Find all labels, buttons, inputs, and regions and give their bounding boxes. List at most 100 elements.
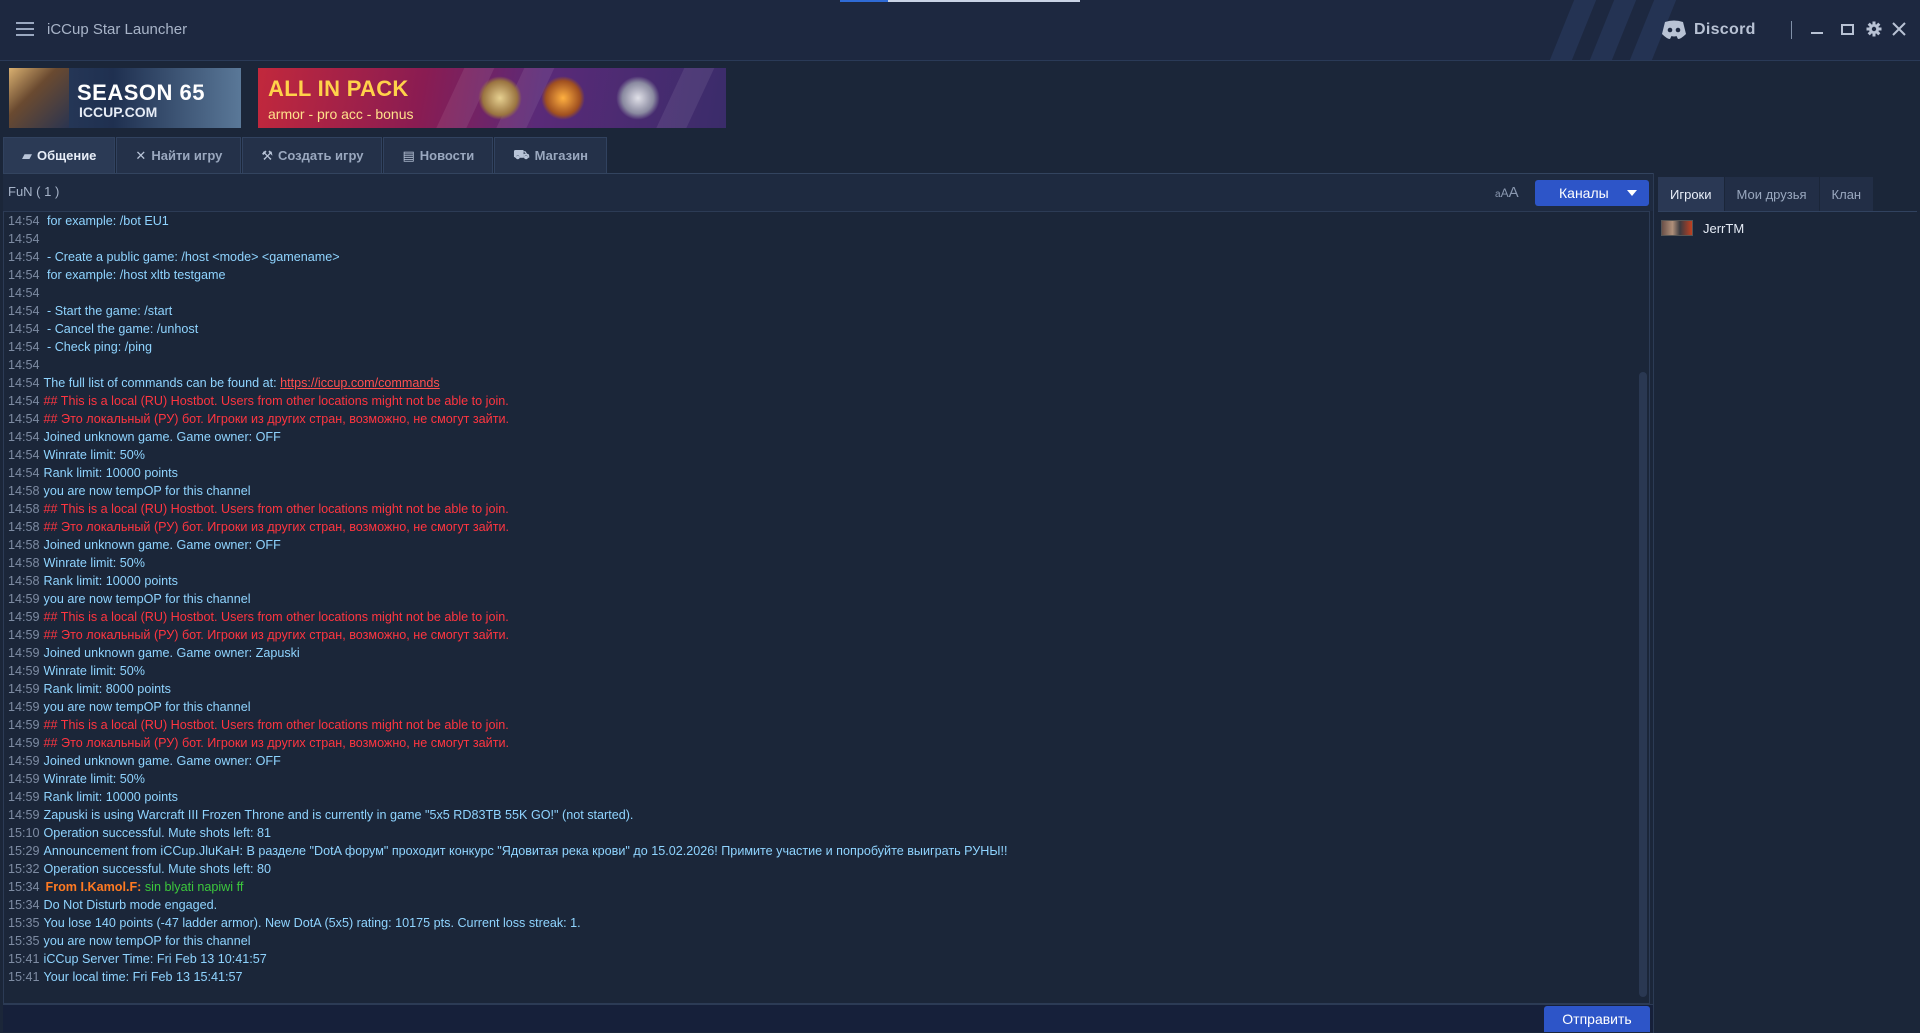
chat-message: ## This is a local (RU) Hostbot. Users f… [44, 718, 509, 732]
chat-line: 14:59 Winrate limit: 50% [8, 770, 1008, 788]
minimize-button[interactable] [1806, 18, 1828, 40]
chat-line: 14:58 Rank limit: 10000 points [8, 572, 1008, 590]
chat-timestamp: 14:59 [8, 700, 40, 714]
chat-log[interactable]: 14:54 for example: /bot EU1 14:54 14:54 - … [3, 211, 1650, 1004]
chat-timestamp: 14:59 [8, 718, 40, 732]
chat-message-text: Joined unknown game. Game owner: Zapuski [43, 646, 300, 660]
font-size-toggle[interactable]: aAA [1495, 184, 1519, 201]
chat-message-text: Your local time: Fri Feb 13 15:41:57 [43, 970, 243, 984]
tab-clan[interactable]: Клан [1819, 177, 1874, 211]
chat-line: 14:54 Joined unknown game. Game owner: OF… [8, 428, 1008, 446]
chat-line: 14:54 - Start the game: /start [8, 302, 1008, 320]
chat-line: 14:58 ## Это локальный (РУ) бот. Игроки и… [8, 518, 1008, 536]
chat-timestamp: 14:59 [8, 772, 40, 786]
chat-message: Operation successful. Mute shots left: 8… [44, 826, 272, 840]
chat-message-text: - Start the game: /start [43, 304, 173, 318]
chat-message-text: Winrate limit: 50% [43, 556, 145, 570]
tab-my-friends[interactable]: Мои друзья [1724, 177, 1819, 211]
season-banner[interactable]: SEASON 65 ICCUP.COM [9, 68, 241, 128]
tab-create-game[interactable]: ⚒ Создать игру [242, 137, 383, 173]
chat-line: 14:59 ## Это локальный (РУ) бот. Игроки и… [8, 734, 1008, 752]
chat-message-text: - Check ping: /ping [43, 340, 153, 354]
chat-line: 14:54 Winrate limit: 50% [8, 446, 1008, 464]
chat-message: - Create a public game: /host <mode> <ga… [44, 250, 340, 264]
tab-label: Магазин [534, 148, 588, 163]
chat-message-text: ## Это локальный (РУ) бот. Игроки из дру… [43, 736, 509, 750]
chat-timestamp: 14:59 [8, 790, 40, 804]
chat-message-text: ## This is a local (RU) Hostbot. Users f… [43, 394, 509, 408]
chat-timestamp: 14:59 [8, 682, 40, 696]
chat-message-text: Winrate limit: 50% [43, 664, 145, 678]
tab-news[interactable]: ▤ Новости [383, 137, 494, 173]
chat-message: ## Это локальный (РУ) бот. Игроки из дру… [44, 736, 509, 750]
tab-shop[interactable]: ⛟ Магазин [494, 137, 607, 173]
chat-timestamp: 15:35 [8, 916, 40, 930]
player-name: JerrTM [1703, 220, 1745, 236]
chat-line: 15:29 Announcement from iCCup.JluKaH: В р… [8, 842, 1008, 860]
chat-message-text: ## This is a local (RU) Hostbot. Users f… [43, 502, 509, 516]
season-banner-title: SEASON 65 [77, 80, 205, 105]
chat-message: you are now tempOP for this channel [44, 700, 251, 714]
hamburger-menu-icon[interactable] [16, 22, 34, 36]
chat-timestamp: 14:59 [8, 808, 40, 822]
chat-message: you are now tempOP for this channel [44, 592, 251, 606]
send-button[interactable]: Отправить [1544, 1006, 1650, 1032]
main-tabs: ▰ Общение ✕ Найти игру ⚒ Создать игру ▤ … [3, 137, 608, 173]
players-panel: Игроки Мои друзья Клан JerrTM [1653, 173, 1920, 1033]
chat-message-text: ## This is a local (RU) Hostbot. Users f… [43, 718, 509, 732]
chat-timestamp: 14:59 [8, 664, 40, 678]
chat-timestamp: 14:58 [8, 520, 40, 534]
discord-button[interactable]: Discord [1660, 18, 1756, 42]
maximize-button[interactable] [1836, 18, 1858, 40]
chat-message: Winrate limit: 50% [44, 448, 145, 462]
chat-timestamp: 15:32 [8, 862, 40, 876]
chat-line: 14:59 Rank limit: 10000 points [8, 788, 1008, 806]
chat-message-text: you are now tempOP for this channel [43, 592, 251, 606]
all-in-pack-banner[interactable]: ALL IN PACK armor - pro acc - bonus [258, 68, 726, 128]
chat-line: 14:59 ## This is a local (RU) Hostbot. Us… [8, 608, 1008, 626]
settings-button[interactable] [1863, 18, 1885, 40]
message-input[interactable] [3, 1005, 1543, 1032]
close-button[interactable] [1888, 18, 1910, 40]
player-list-item[interactable]: JerrTM [1661, 218, 1744, 238]
chat-line: 14:54 [8, 356, 1008, 374]
chat-line: 15:35 you are now tempOP for this channel [8, 932, 1008, 950]
chat-message: Zapuski is using Warcraft III Frozen Thr… [44, 808, 634, 822]
tab-label: Новости [419, 148, 475, 163]
players-panel-tabs: Игроки Мои друзья Клан [1658, 177, 1874, 211]
chat-message-text: - Create a public game: /host <mode> <ga… [43, 250, 340, 264]
chat-message: - Check ping: /ping [43, 340, 153, 354]
chat-timestamp: 14:59 [8, 592, 40, 606]
chat-message-text: Operation successful. Mute shots left: 8… [43, 826, 272, 840]
chat-line: 15:10 Operation successful. Mute shots le… [8, 824, 1008, 842]
chat-timestamp: 14:54 [8, 286, 40, 300]
chat-line: 15:41 Your local time: Fri Feb 13 15:41:5… [8, 968, 1008, 986]
chat-icon: ▰ [22, 147, 32, 163]
chat-line: 15:34 Do Not Disturb mode engaged. [8, 896, 1008, 914]
chat-timestamp: 14:58 [8, 574, 40, 588]
player-avatar [1661, 220, 1693, 236]
tab-find-game[interactable]: ✕ Найти игру [116, 137, 242, 173]
chat-scrollbar[interactable] [1639, 372, 1647, 997]
chat-message: Joined unknown game. Game owner: OFF [44, 754, 281, 768]
tab-chat[interactable]: ▰ Общение [3, 137, 116, 173]
commands-link[interactable]: https://iccup.com/commands [280, 376, 440, 390]
chat-message: for example: /bot EU1 [44, 214, 169, 228]
treasure-chest-icon [541, 76, 585, 120]
title-separator [1791, 21, 1792, 39]
chat-line: 14:54 The full list of commands can be fo… [8, 374, 1008, 392]
channels-dropdown-button[interactable]: Каналы [1535, 180, 1649, 206]
close-icon [1892, 22, 1906, 36]
tab-players[interactable]: Игроки [1658, 177, 1724, 211]
newspaper-icon: ▤ [402, 147, 415, 163]
chat-message-text: you are now tempOP for this channel [43, 484, 251, 498]
gear-icon [1866, 21, 1882, 37]
chat-lines: 14:54 for example: /bot EU1 14:54 14:54 - … [8, 212, 1008, 986]
app-title: iCCup Star Launcher [47, 21, 188, 38]
tab-label: Создать игру [277, 148, 364, 163]
chat-message-text: Rank limit: 10000 points [43, 466, 178, 480]
chat-message-text: for example: /host xltb testgame [43, 268, 226, 282]
chat-timestamp: 14:54 [8, 412, 40, 426]
whisper-sender[interactable]: From I.Kamol.F: [46, 880, 142, 894]
chat-timestamp: 14:59 [8, 610, 40, 624]
